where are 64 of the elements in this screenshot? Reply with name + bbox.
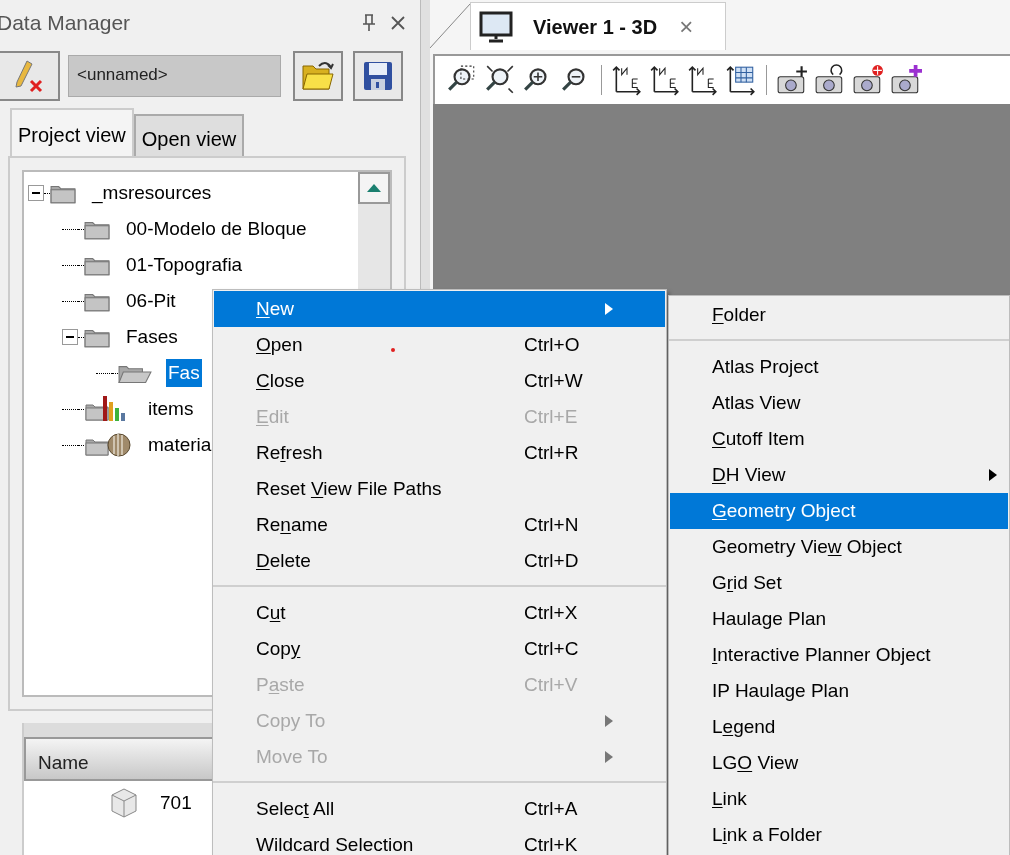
list-cell-text: 701 <box>160 790 192 815</box>
menu-item[interactable]: Rename Ctrl+N <box>214 507 665 543</box>
menu-item[interactable]: Interactive Planner Object <box>670 637 1008 673</box>
menu-item[interactable]: New <box>214 291 665 327</box>
tree-item[interactable]: 01-Topografia <box>124 250 245 280</box>
menu-item[interactable]: Atlas View <box>670 385 1008 421</box>
dot-mark <box>391 348 395 352</box>
collapse-toggle[interactable] <box>62 329 78 345</box>
tab-title: Viewer 1 - 3D <box>533 14 658 40</box>
panel-tab[interactable]: Open view <box>133 114 245 156</box>
camera-icon[interactable] <box>852 64 884 96</box>
menu-item[interactable]: Grid Set <box>670 565 1008 601</box>
menu-item[interactable]: LGO View <box>670 745 1008 781</box>
tree-item[interactable]: 00-Modelo de Bloque <box>124 214 309 244</box>
menu-item[interactable]: Refresh Ctrl+R <box>214 435 665 471</box>
menu-item[interactable]: IP Haulage Plan <box>670 673 1008 709</box>
menu-item[interactable]: Wildcard Selection Ctrl+K <box>214 827 665 855</box>
axis-icon[interactable] <box>687 64 719 96</box>
viewer-tab[interactable]: Viewer 1 - 3D × <box>470 2 726 50</box>
menu-item[interactable]: Select All Ctrl+A <box>214 791 665 827</box>
open-project-button[interactable] <box>293 51 343 101</box>
monitor-icon <box>479 10 513 43</box>
scroll-up-button[interactable] <box>358 172 390 204</box>
axis-icon[interactable] <box>649 64 681 96</box>
axis-icon[interactable] <box>611 64 643 96</box>
tree-item[interactable]: items <box>146 394 196 424</box>
menu-item[interactable]: Geometry Object <box>670 493 1008 529</box>
up-arrow-icon <box>367 184 381 192</box>
menu-item[interactable]: Legend <box>670 709 1008 745</box>
tree-item[interactable]: 06-Pit <box>124 286 178 316</box>
zoom-icon[interactable] <box>484 64 516 96</box>
menu-item[interactable]: DH View <box>670 457 1008 493</box>
project-name-field[interactable]: <unnamed> <box>68 55 281 97</box>
cube-icon <box>110 788 138 818</box>
menu-item[interactable]: Link <box>670 781 1008 817</box>
menu-item[interactable]: Open Ctrl+O <box>214 327 665 363</box>
column-header[interactable]: Name <box>26 739 89 779</box>
material-folder-icon <box>84 432 132 458</box>
menu-item[interactable]: Copy Ctrl+C <box>214 631 665 667</box>
menu-item[interactable]: Cut Ctrl+X <box>214 595 665 631</box>
camera-icon[interactable] <box>776 64 808 96</box>
tree-item[interactable]: materia <box>146 430 214 460</box>
tree-item[interactable]: Fas <box>166 358 202 388</box>
menu-item[interactable]: Link a Folder <box>670 817 1008 853</box>
save-button[interactable] <box>353 51 403 101</box>
close-icon[interactable] <box>390 15 406 31</box>
menu-item[interactable]: Cutoff Item <box>670 421 1008 457</box>
menu-item[interactable]: Geometry View Object <box>670 529 1008 565</box>
clear-button[interactable] <box>0 51 60 101</box>
menu-item[interactable]: Haulage Plan <box>670 601 1008 637</box>
tree-item[interactable]: Fases <box>124 322 180 352</box>
pin-icon[interactable] <box>362 14 376 32</box>
open-folder-icon <box>301 60 335 92</box>
camera-icon[interactable] <box>890 64 922 96</box>
menu-item[interactable]: Delete Ctrl+D <box>214 543 665 579</box>
menu-item[interactable]: Close Ctrl+W <box>214 363 665 399</box>
tree-item[interactable]: _msresources <box>90 178 214 208</box>
close-tab-button[interactable]: × <box>679 8 694 45</box>
grid-axis-icon[interactable] <box>725 64 757 96</box>
collapse-toggle[interactable] <box>28 185 44 201</box>
menu-item[interactable]: Reset View File Paths <box>214 471 665 507</box>
menu-item[interactable]: Folder <box>670 297 1008 333</box>
panel-tab[interactable]: Project view <box>10 108 134 156</box>
menu-item[interactable]: Atlas Project <box>670 349 1008 385</box>
